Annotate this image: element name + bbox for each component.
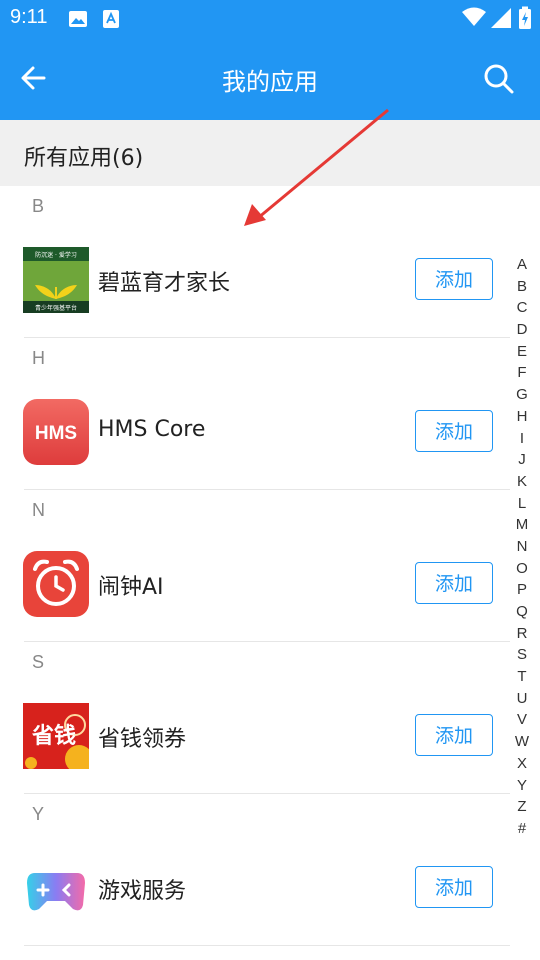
battery-icon xyxy=(519,6,531,29)
app-store-icon xyxy=(103,10,119,28)
status-time: 9:11 xyxy=(10,6,48,28)
add-button[interactable]: 添加 xyxy=(415,562,493,604)
app-name: 省钱领券 xyxy=(98,727,187,752)
page-title: 我的应用 xyxy=(222,68,318,96)
alarm-clock-icon xyxy=(23,551,89,617)
divider xyxy=(24,641,510,642)
search-icon[interactable] xyxy=(482,62,516,96)
group-letter: S xyxy=(32,652,45,672)
group-letter: H xyxy=(32,348,45,368)
alphabet-index-letter[interactable]: T xyxy=(512,666,532,688)
alphabet-index-letter[interactable]: P xyxy=(512,579,532,601)
alphabet-index-letter[interactable]: E xyxy=(512,341,532,363)
app-name: 游戏服务 xyxy=(98,879,187,904)
app-row[interactable]: 省钱 省钱领券 添加 xyxy=(0,681,510,791)
app-row[interactable]: 防沉迷 · 爱学习 青少年强基平台 碧蓝育才家长 添加 xyxy=(0,225,510,335)
app-name: HMS Core xyxy=(98,417,206,442)
gamepad-icon xyxy=(27,873,85,911)
divider xyxy=(24,489,510,490)
app-row[interactable]: 闹钟AI 添加 xyxy=(0,529,510,639)
wifi-icon xyxy=(462,7,486,26)
alphabet-index-letter[interactable]: G xyxy=(512,384,532,406)
add-button[interactable]: 添加 xyxy=(415,258,493,300)
alphabet-index-letter[interactable]: Q xyxy=(512,601,532,623)
alphabet-index-letter[interactable]: L xyxy=(512,493,532,515)
add-button[interactable]: 添加 xyxy=(415,714,493,756)
alphabet-index-letter[interactable]: A xyxy=(512,254,532,276)
alphabet-index-letter[interactable]: I xyxy=(512,428,532,450)
divider xyxy=(24,945,510,946)
alphabet-index-letter[interactable]: D xyxy=(512,319,532,341)
alphabet-index-letter[interactable]: H xyxy=(512,406,532,428)
alphabet-index-letter[interactable]: C xyxy=(512,297,532,319)
alphabet-index-letter[interactable]: Z xyxy=(512,796,532,818)
app-icon-text: 省钱 xyxy=(31,723,76,749)
app-name: 闹钟AI xyxy=(98,575,164,600)
status-bar: 9:11 xyxy=(0,0,540,38)
section-title: 所有应用(6) xyxy=(24,146,144,171)
alphabet-index-letter[interactable]: S xyxy=(512,644,532,666)
alphabet-index-letter[interactable]: V xyxy=(512,709,532,731)
signal-icon xyxy=(491,8,511,28)
app-icon-caption-top: 防沉迷 · 爱学习 xyxy=(35,251,77,259)
alphabet-index-letter[interactable]: N xyxy=(512,536,532,558)
alphabet-index-letter[interactable]: F xyxy=(512,362,532,384)
divider xyxy=(24,337,510,338)
app-icon-text: HMS xyxy=(35,423,77,444)
group-letter: Y xyxy=(32,804,45,824)
alphabet-index-letter[interactable]: # xyxy=(512,818,532,840)
alphabet-index-letter[interactable]: B xyxy=(512,276,532,298)
alphabet-index-letter[interactable]: J xyxy=(512,449,532,471)
alphabet-index-letter[interactable]: O xyxy=(512,558,532,580)
app-icon-caption-bottom: 青少年强基平台 xyxy=(35,304,77,312)
alphabet-index-letter[interactable]: W xyxy=(512,731,532,753)
alphabet-index-letter[interactable]: K xyxy=(512,471,532,493)
app-icon-shengqian: 省钱 xyxy=(23,703,89,769)
app-row[interactable]: 游戏服务 添加 xyxy=(0,833,510,943)
group-letter: N xyxy=(32,500,45,520)
app-bar: 我的应用 xyxy=(0,38,540,120)
divider xyxy=(24,793,510,794)
alphabet-index-letter[interactable]: M xyxy=(512,514,532,536)
app-icon-hms-core: HMS xyxy=(23,399,89,465)
gallery-icon xyxy=(69,11,87,27)
add-button[interactable]: 添加 xyxy=(415,866,493,908)
section-header: 所有应用(6) xyxy=(0,120,540,186)
app-name: 碧蓝育才家长 xyxy=(98,271,231,296)
app-row[interactable]: HMS HMS Core 添加 xyxy=(0,377,510,487)
add-button[interactable]: 添加 xyxy=(415,410,493,452)
group-letter: B xyxy=(32,196,45,216)
alphabet-index-letter[interactable]: X xyxy=(512,753,532,775)
alphabet-index-letter[interactable]: Y xyxy=(512,775,532,797)
alphabet-index-letter[interactable]: R xyxy=(512,623,532,645)
alphabet-index-letter[interactable]: U xyxy=(512,688,532,710)
app-icon-biyuncai: 防沉迷 · 爱学习 青少年强基平台 xyxy=(23,247,89,313)
alphabet-index[interactable]: A B C D E F G H I J K L M N O P Q R S T U V W X Y Z # xyxy=(512,254,532,840)
